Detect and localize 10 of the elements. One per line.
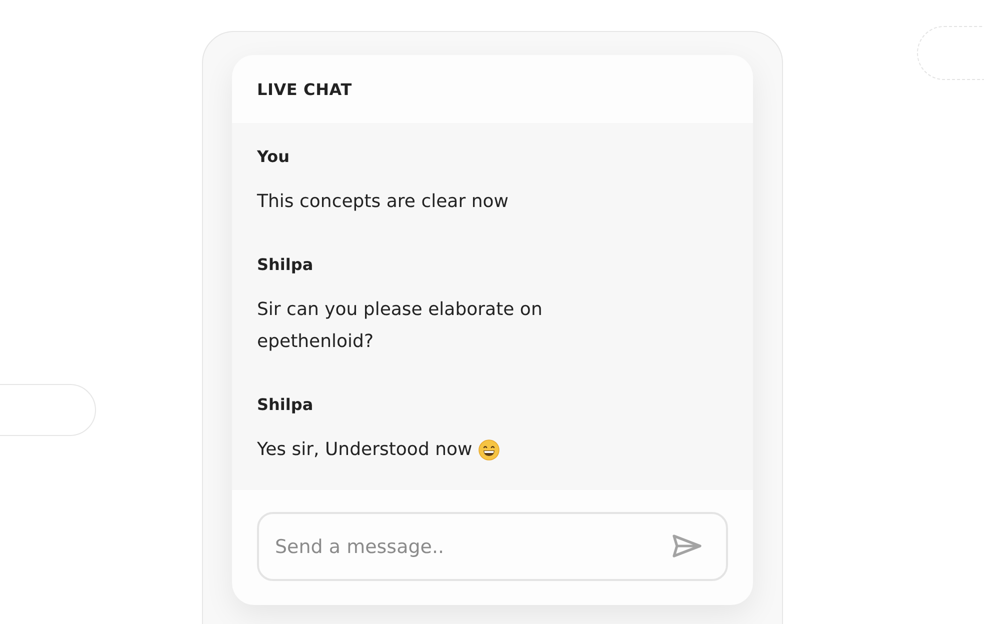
message-input[interactable]: Send a message..: [257, 512, 728, 581]
sender-name: Shilpa: [257, 395, 314, 414]
message-text: Yes sir, Understood now: [257, 438, 472, 462]
sender-name: Shilpa: [257, 255, 314, 274]
send-icon[interactable]: [672, 534, 702, 558]
message-text: Sir can you please elaborate on epethenloid?: [257, 298, 544, 354]
chat-title: LIVE CHAT: [257, 80, 352, 98]
message-text: This concepts are clear now: [257, 190, 508, 214]
grinning-face-icon: [478, 439, 500, 461]
sender-name: You: [257, 147, 290, 166]
